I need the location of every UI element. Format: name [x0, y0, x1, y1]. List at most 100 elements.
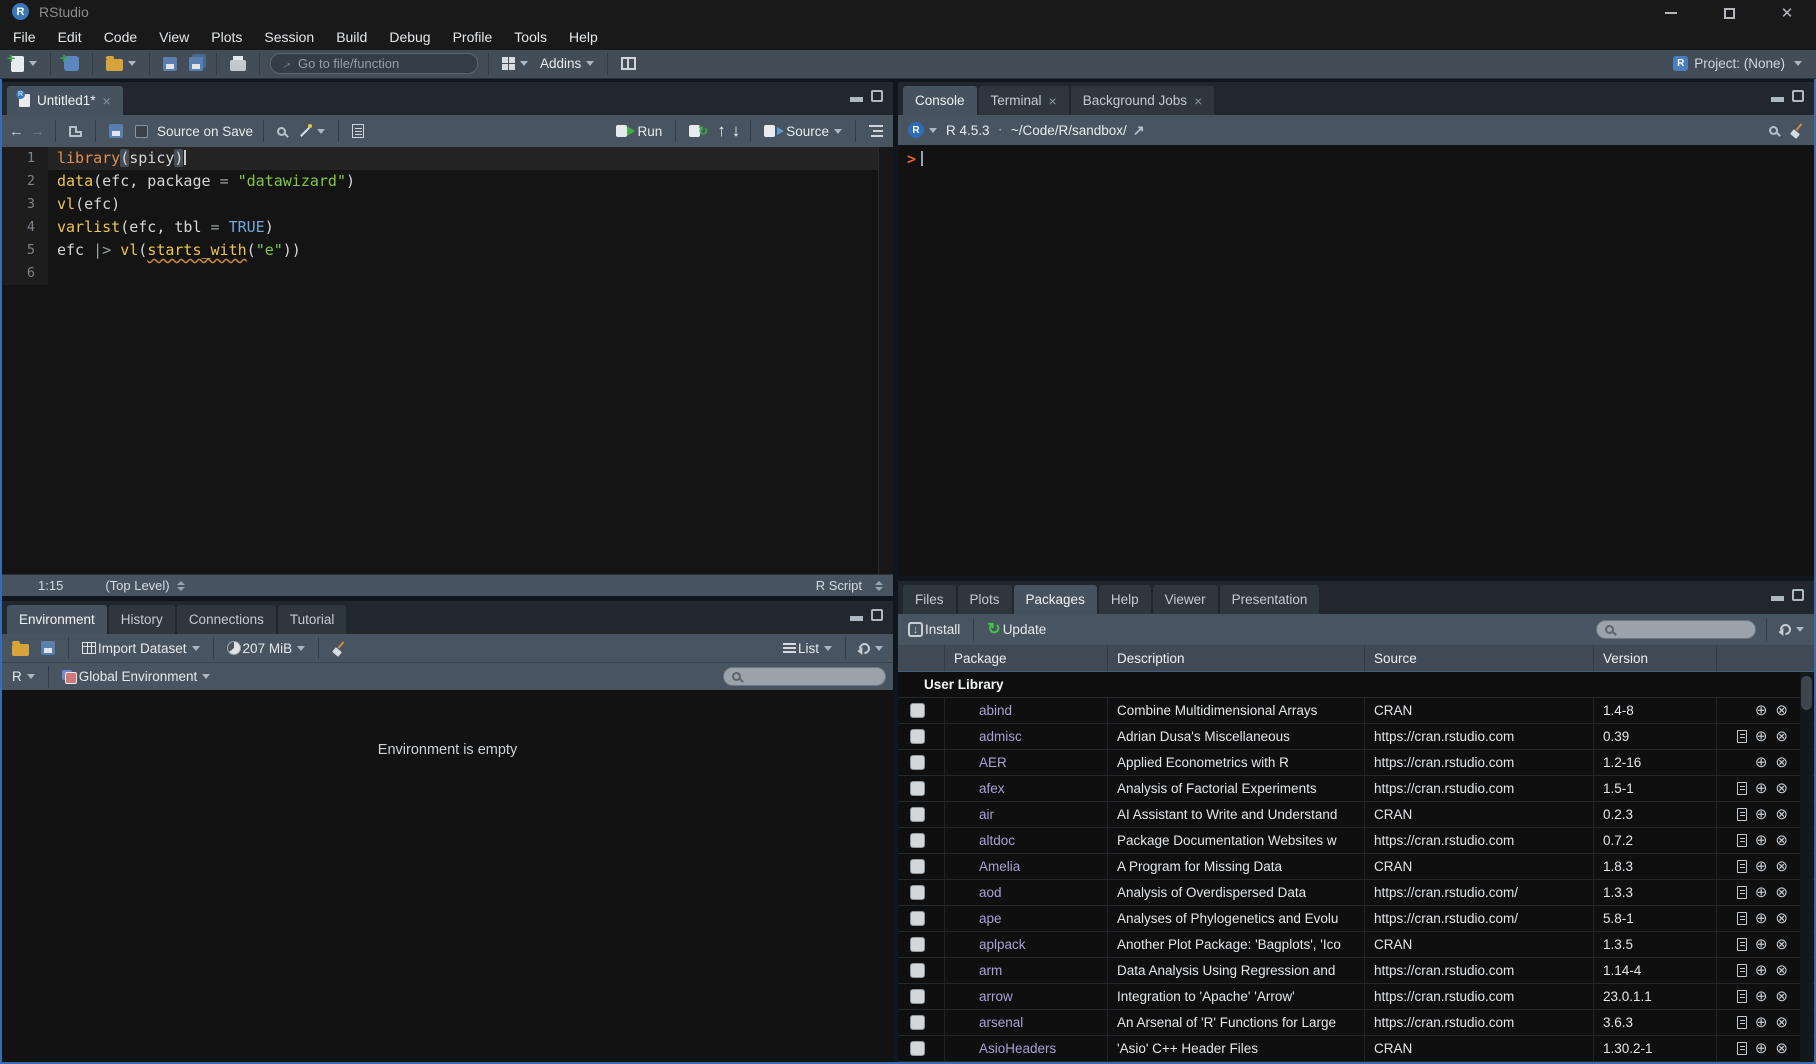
package-link[interactable]: Amelia: [979, 859, 1020, 874]
header-description[interactable]: Description: [1108, 645, 1365, 671]
editor-scrollbar[interactable]: [878, 147, 893, 574]
save-button[interactable]: [160, 55, 180, 73]
code-line[interactable]: 3vl(efc): [2, 193, 893, 216]
environment-search-box[interactable]: [723, 667, 886, 686]
tab-untitled1[interactable]: Untitled1* ×: [7, 86, 123, 115]
package-link[interactable]: aod: [979, 885, 1002, 900]
header-package[interactable]: Package: [945, 645, 1108, 671]
memory-usage-button[interactable]: 207 MiB: [224, 639, 309, 658]
packages-scrollbar[interactable]: [1800, 672, 1813, 1062]
workspace-panes-button[interactable]: [499, 55, 531, 72]
manual-icon[interactable]: [1737, 834, 1747, 847]
pane-maximize-icon[interactable]: [871, 609, 883, 621]
minimize-button[interactable]: [1642, 0, 1700, 26]
tab-console[interactable]: Console: [903, 86, 977, 115]
menu-view[interactable]: View: [148, 25, 200, 49]
code-line[interactable]: 5efc |> vl(starts_with("e")): [2, 239, 893, 262]
clear-environment-button[interactable]: [329, 639, 349, 657]
menu-session[interactable]: Session: [253, 25, 325, 49]
packages-search-box[interactable]: [1596, 620, 1756, 639]
environment-search-input[interactable]: [747, 670, 877, 684]
working-directory[interactable]: ~/Code/R/sandbox/: [1011, 123, 1127, 138]
tab-plots[interactable]: Plots: [958, 585, 1012, 614]
open-in-new-window-button[interactable]: [66, 124, 85, 139]
find-replace-button[interactable]: [274, 125, 289, 138]
code-line[interactable]: 2data(efc, package = "datawizard"): [2, 170, 893, 193]
remove-icon[interactable]: ⊗: [1775, 1042, 1788, 1056]
browse-icon[interactable]: ⊕: [1755, 704, 1768, 718]
package-link[interactable]: altdoc: [979, 833, 1015, 848]
close-button[interactable]: ✕: [1758, 0, 1816, 26]
browse-icon[interactable]: ⊕: [1755, 964, 1768, 978]
menu-file[interactable]: File: [2, 25, 47, 49]
open-file-button[interactable]: [103, 54, 139, 73]
tab-close-icon[interactable]: ×: [103, 93, 111, 109]
project-menu-button[interactable]: R Project: (None): [1673, 56, 1808, 71]
checkbox[interactable]: [910, 703, 925, 718]
pane-minimize-icon[interactable]: [850, 91, 863, 102]
scrollbar-thumb[interactable]: [1801, 676, 1812, 710]
tab-history[interactable]: History: [109, 605, 175, 634]
environment-scope-selector[interactable]: Global Environment: [59, 667, 214, 686]
package-link[interactable]: aplpack: [979, 937, 1026, 952]
remove-icon[interactable]: ⊗: [1775, 756, 1788, 770]
pane-minimize-icon[interactable]: [1771, 590, 1784, 601]
checkbox[interactable]: [910, 755, 925, 770]
menu-plots[interactable]: Plots: [200, 25, 253, 49]
package-link[interactable]: arrow: [979, 989, 1013, 1004]
print-button[interactable]: [227, 54, 249, 73]
browse-icon[interactable]: ⊕: [1755, 1016, 1768, 1030]
browse-icon[interactable]: ⊕: [1755, 730, 1768, 744]
file-type-selector[interactable]: R Script: [816, 578, 893, 593]
run-button[interactable]: Run: [613, 122, 665, 141]
code-tools-button[interactable]: [295, 122, 328, 140]
tab-tutorial[interactable]: Tutorial: [278, 605, 347, 634]
pane-maximize-icon[interactable]: [1792, 90, 1804, 102]
package-link[interactable]: admisc: [979, 729, 1022, 744]
package-link[interactable]: AsioHeaders: [979, 1041, 1056, 1056]
package-link[interactable]: AER: [979, 755, 1007, 770]
browse-icon[interactable]: ⊕: [1755, 782, 1768, 796]
tab-viewer[interactable]: Viewer: [1153, 585, 1218, 614]
checkbox[interactable]: [910, 1041, 925, 1056]
header-version[interactable]: Version: [1594, 645, 1717, 671]
checkbox[interactable]: [910, 807, 925, 822]
browse-icon[interactable]: ⊕: [1755, 938, 1768, 952]
header-source[interactable]: Source: [1365, 645, 1594, 671]
code-line[interactable]: 1library(spicy): [2, 147, 893, 170]
checkbox[interactable]: [910, 781, 925, 796]
checkbox[interactable]: [910, 859, 925, 874]
forward-icon[interactable]: →: [30, 123, 45, 140]
remove-icon[interactable]: ⊗: [1775, 1016, 1788, 1030]
document-outline-button[interactable]: [866, 123, 886, 139]
goto-file-function-box[interactable]: →: [270, 53, 478, 74]
pane-minimize-icon[interactable]: [850, 610, 863, 621]
run-previous-icon[interactable]: ↑: [717, 121, 726, 141]
browse-icon[interactable]: ⊕: [1755, 990, 1768, 1004]
checkbox[interactable]: [910, 963, 925, 978]
pane-layout-button[interactable]: [618, 55, 639, 72]
manual-icon[interactable]: [1737, 886, 1747, 899]
menu-profile[interactable]: Profile: [442, 25, 504, 49]
tab-presentation[interactable]: Presentation: [1220, 585, 1320, 614]
console-body[interactable]: >: [898, 145, 1814, 576]
remove-icon[interactable]: ⊗: [1775, 834, 1788, 848]
update-button[interactable]: ↻Update: [984, 620, 1049, 639]
tab-background-jobs[interactable]: Background Jobs×: [1071, 86, 1215, 115]
package-link[interactable]: afex: [979, 781, 1005, 796]
checkbox[interactable]: [910, 937, 925, 952]
menu-tools[interactable]: Tools: [503, 25, 558, 49]
new-file-button[interactable]: [8, 54, 40, 74]
browse-icon[interactable]: ⊕: [1755, 808, 1768, 822]
manual-icon[interactable]: [1737, 1042, 1747, 1055]
tab-help[interactable]: Help: [1099, 585, 1151, 614]
manual-icon[interactable]: [1737, 938, 1747, 951]
tab-packages[interactable]: Packages: [1014, 585, 1097, 614]
checkbox[interactable]: [910, 885, 925, 900]
save-all-button[interactable]: [186, 55, 206, 73]
remove-icon[interactable]: ⊗: [1775, 704, 1788, 718]
source-button[interactable]: Source: [761, 122, 845, 141]
tab-connections[interactable]: Connections: [177, 605, 276, 634]
package-link[interactable]: arsenal: [979, 1015, 1023, 1030]
checkbox[interactable]: [910, 989, 925, 1004]
